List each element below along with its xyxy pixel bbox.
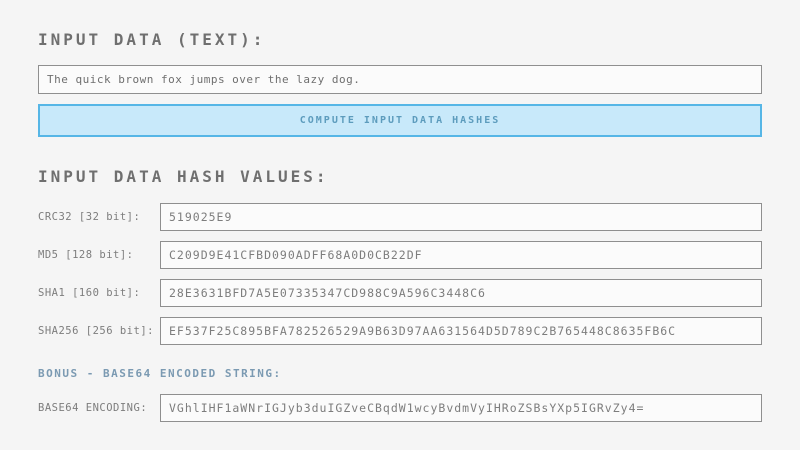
sha1-label: SHA1 [160 bit]: <box>38 287 160 299</box>
input-data-title: INPUT DATA (TEXT): <box>38 30 762 49</box>
bonus-base64-title: BONUS - BASE64 ENCODED STRING: <box>38 367 762 380</box>
hash-row-sha1: SHA1 [160 bit]: <box>38 279 762 307</box>
base64-label: BASE64 ENCODING: <box>38 402 160 414</box>
hash-row-crc32: CRC32 [32 bit]: <box>38 203 762 231</box>
md5-label: MD5 [128 bit]: <box>38 249 160 261</box>
input-data-field[interactable] <box>38 65 762 94</box>
hash-tool-page: INPUT DATA (TEXT): COMPUTE INPUT DATA HA… <box>0 0 800 450</box>
hash-row-base64: BASE64 ENCODING: <box>38 394 762 422</box>
sha256-value-field[interactable] <box>160 317 762 345</box>
crc32-value-field[interactable] <box>160 203 762 231</box>
crc32-label: CRC32 [32 bit]: <box>38 211 160 223</box>
compute-hashes-button[interactable]: COMPUTE INPUT DATA HASHES <box>38 104 762 137</box>
hash-row-md5: MD5 [128 bit]: <box>38 241 762 269</box>
sha1-value-field[interactable] <box>160 279 762 307</box>
hash-values-title: INPUT DATA HASH VALUES: <box>38 167 762 186</box>
base64-value-field[interactable] <box>160 394 762 422</box>
md5-value-field[interactable] <box>160 241 762 269</box>
hash-row-sha256: SHA256 [256 bit]: <box>38 317 762 345</box>
sha256-label: SHA256 [256 bit]: <box>38 325 160 337</box>
